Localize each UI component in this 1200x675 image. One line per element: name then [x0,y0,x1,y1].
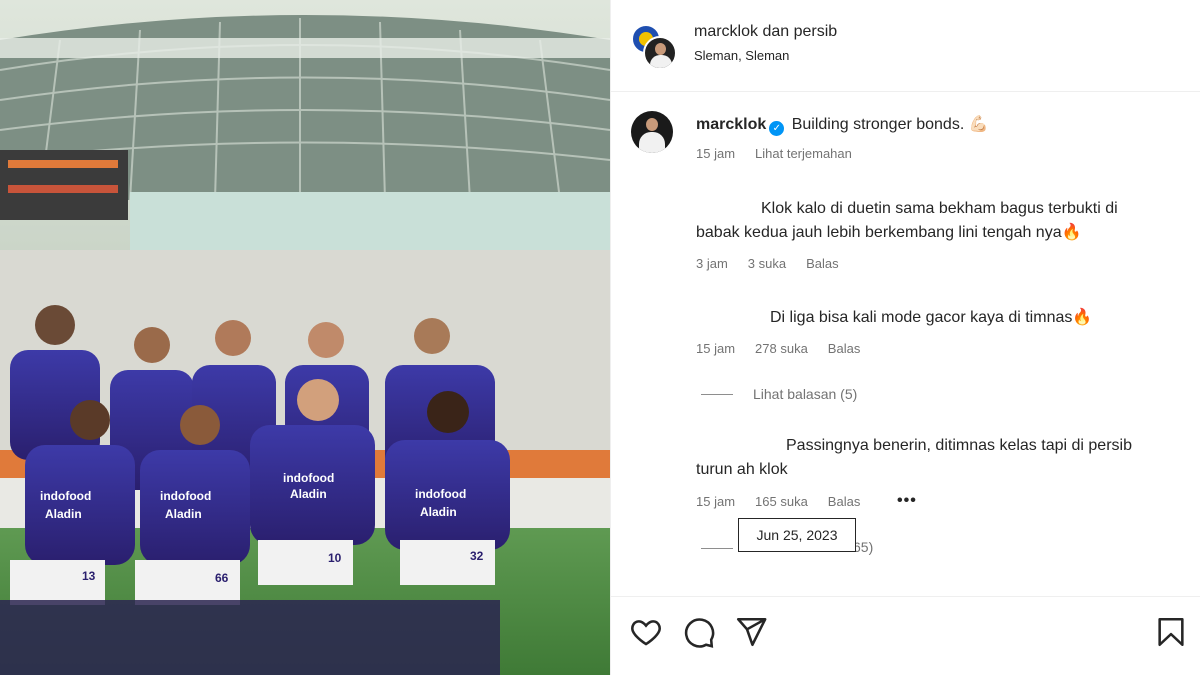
comment-2-time: 15 jam [696,341,736,356]
collab-usernames: marcklok dan persib [694,23,837,41]
collab-partner-link[interactable]: persib [794,23,838,40]
comment-1-likes[interactable]: 3 suka [748,256,786,271]
svg-text:13: 13 [82,569,96,583]
collab-user-link[interactable]: marcklok [694,23,758,40]
action-bar [611,596,1200,675]
comment-1-meta: 3 jam 3 suka Balas [696,256,859,271]
collab-joiner: dan [762,23,790,40]
header-text: marcklok dan persib Sleman, Sleman [694,23,837,63]
share-icon[interactable] [734,615,768,649]
comment-2-meta: 15 jam 278 suka Balas [696,341,880,356]
view-replies-button[interactable]: Lihat balasan (5) [753,386,857,402]
comment-3-line1: Passingnya benerin, ditimnas kelas tapi … [786,437,1132,454]
post-header: marcklok dan persib Sleman, Sleman [611,0,1200,92]
comment-icon[interactable] [682,615,716,649]
comment-1-line1: Klok kalo di duetin sama bekham bagus te… [761,200,1118,217]
location-link[interactable]: Sleman, Sleman [694,48,837,63]
comment-3-time: 15 jam [696,494,736,509]
view-replies-partial[interactable]: 65) [853,539,873,555]
comment-1-line2: babak kedua jauh lebih berkembang lini t… [696,224,1082,241]
caption-text: Building stronger bonds. 💪🏻 [791,116,989,133]
more-options-icon[interactable]: ••• [897,492,917,510]
collab-avatars[interactable] [631,24,677,70]
caption-username[interactable]: marcklok [696,116,766,133]
caption-avatar[interactable] [631,111,673,153]
svg-text:indofood: indofood [160,489,211,503]
comment-3-line2: turun ah klok [696,461,788,478]
comment-1-text: Klok kalo di duetin sama bekham bagus te… [696,197,1176,245]
caption: marcklok ✓ Building stronger bonds. 💪🏻 [696,114,989,136]
replies-divider [701,394,733,395]
heart-icon[interactable] [629,615,663,649]
comment-3-likes[interactable]: 165 suka [755,494,808,509]
replies-divider-2 [701,548,733,549]
caption-meta: 15 jam Lihat terjemahan [696,146,872,161]
comment-3-text: Passingnya benerin, ditimnas kelas tapi … [696,434,1176,482]
comment-1-reply[interactable]: Balas [806,256,839,271]
comment-1-time: 3 jam [696,256,728,271]
comment-2-likes[interactable]: 278 suka [755,341,808,356]
svg-text:indofood: indofood [40,489,91,503]
comment-2-line1: Di liga bisa kali mode gacor kaya di tim… [770,309,1093,326]
svg-text:indofood: indofood [283,471,334,485]
svg-text:Aladin: Aladin [165,507,202,521]
comment-3-meta: 15 jam 165 suka Balas [696,494,880,509]
svg-text:Aladin: Aladin [290,487,327,501]
comment-3-reply[interactable]: Balas [828,494,861,509]
marcklok-avatar[interactable] [643,36,677,70]
bookmark-icon[interactable] [1154,615,1188,649]
team-photo-image: indofood Aladin indofood Aladin indofood Al… [0,0,610,675]
translate-link[interactable]: Lihat terjemahan [755,146,852,161]
timestamp-tooltip: Jun 25, 2023 [738,518,856,552]
comments-section[interactable]: marcklok ✓ Building stronger bonds. 💪🏻 15… [611,93,1200,593]
svg-text:Aladin: Aladin [420,505,457,519]
svg-text:10: 10 [328,551,342,565]
svg-text:32: 32 [470,549,484,563]
post-panel: marcklok dan persib Sleman, Sleman marck… [610,0,1200,675]
verified-icon: ✓ [769,121,785,136]
comment-2-text: Di liga bisa kali mode gacor kaya di tim… [696,306,1176,330]
post-photo[interactable]: indofood Aladin indofood Aladin indofood Al… [0,0,610,675]
svg-text:Aladin: Aladin [45,507,82,521]
svg-text:66: 66 [215,571,229,585]
caption-time: 15 jam [696,146,736,161]
comment-2-reply[interactable]: Balas [828,341,861,356]
svg-text:indofood: indofood [415,487,466,501]
